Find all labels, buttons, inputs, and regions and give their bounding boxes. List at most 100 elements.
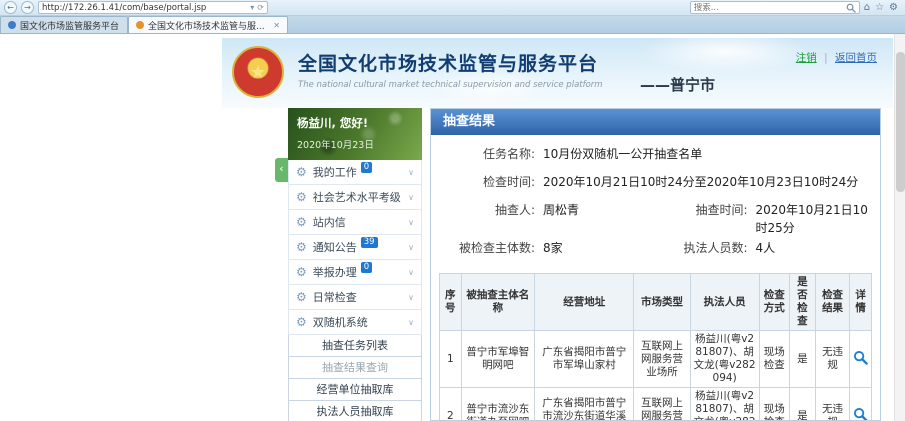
inspector-label: 抽查人:: [443, 201, 535, 219]
cell-checked: 是: [789, 331, 815, 388]
page-scrollbar[interactable]: [894, 34, 905, 421]
task-name-label: 任务名称:: [443, 145, 535, 163]
submenu-result-query[interactable]: 抽查结果查询: [289, 357, 421, 379]
cell-detail: [850, 331, 872, 388]
sidebar-item-notices[interactable]: ⚙ 通知公告 39 ∨: [288, 235, 422, 260]
main-panel: 抽查结果 任务名称: 10月份双随机一公开抽查名单 检查时间: 2020年10月…: [430, 108, 881, 421]
chevron-down-icon: ∨: [408, 318, 414, 327]
col-header-market-type: 市场类型: [634, 274, 690, 331]
task-details: 任务名称: 10月份双随机一公开抽查名单 检查时间: 2020年10月21日10…: [431, 135, 880, 271]
sidebar-item-label: 社会艺术水平考级: [313, 189, 401, 205]
site-logo: ★: [232, 46, 284, 98]
cell-officers: 杨益川(粤v281807)、胡文龙(粤v282094): [690, 388, 759, 421]
url-text[interactable]: http://172.26.1.41/com/base/portal.jsp: [42, 3, 247, 13]
detail-magnifier-icon[interactable]: [853, 350, 868, 369]
link-divider: |: [824, 52, 828, 64]
col-header-method: 检查方式: [759, 274, 789, 331]
submenu-officer-pool[interactable]: 执法人员抽取库: [289, 401, 421, 421]
col-header-result: 检查结果: [815, 274, 850, 331]
count-badge: 39: [361, 237, 378, 248]
chevron-down-icon: ∨: [408, 268, 414, 277]
panel-title: 抽查结果: [431, 109, 880, 135]
tab-bar: 国文化市场监管服务平台 全国文化市场技术监管与服... ✕: [0, 16, 905, 34]
gear-icon: ⚙: [296, 315, 307, 329]
cell-result: 无违规: [815, 388, 850, 421]
back-button[interactable]: ←: [4, 1, 17, 14]
sidebar-item-art-grading[interactable]: ⚙ 社会艺术水平考级 ∨: [288, 185, 422, 210]
sidebar-item-my-work[interactable]: ⚙ 我的工作 0 ∨: [288, 160, 422, 185]
sidebar-item-label: 通知公告: [313, 239, 357, 255]
sidebar-item-report-handling[interactable]: ⚙ 举报办理 0 ∨: [288, 260, 422, 285]
scrollbar-thumb[interactable]: [896, 52, 905, 192]
subject-count-label: 被检查主体数:: [443, 239, 535, 257]
chevron-down-icon: ∨: [408, 243, 414, 252]
sidebar-collapse-button[interactable]: ‹: [275, 158, 288, 182]
cell-officers: 杨益川(粤v281807)、胡文龙(粤v282094): [690, 331, 759, 388]
subject-count-value: 8家: [543, 239, 563, 257]
browser-tab-1[interactable]: 国文化市场监管服务平台: [0, 16, 128, 33]
cell-no: 2: [440, 388, 462, 421]
home-icon[interactable]: ⌂: [864, 2, 870, 13]
current-date: 2020年10月23日: [297, 137, 413, 151]
sidebar-item-daily-inspection[interactable]: ⚙ 日常检查 ∨: [288, 285, 422, 310]
city-name: ——普宁市: [640, 74, 715, 95]
officer-count-label: 执法人员数:: [656, 239, 748, 257]
cell-method: 现场检查: [759, 331, 789, 388]
dropdown-icon[interactable]: ▾: [250, 3, 254, 12]
browser-tab-2[interactable]: 全国文化市场技术监管与服... ✕: [128, 16, 288, 33]
chevron-down-icon: ∨: [408, 218, 414, 227]
gear-icon[interactable]: ⚙: [889, 2, 898, 13]
tab-close-icon[interactable]: ✕: [273, 21, 280, 30]
officer-count-value: 4人: [756, 239, 776, 257]
gear-icon: ⚙: [296, 240, 307, 254]
sidebar-item-label: 日常检查: [313, 289, 357, 305]
submenu-task-list[interactable]: 抽查任务列表: [289, 335, 421, 357]
sidebar: ‹ 杨益川, 您好! 2020年10月23日 ⚙ 我的工作 0 ∨ ⚙ 社会艺术…: [288, 108, 422, 421]
cell-name: 普宁市军埠智明网吧: [461, 331, 534, 388]
tab2-favicon-icon: [136, 21, 144, 29]
chevron-down-icon: ∨: [408, 293, 414, 302]
table-row: 1 普宁市军埠智明网吧 广东省揭阳市普宁市军埠山家村 互联网上网服务营业场所 杨…: [440, 331, 872, 388]
star-icon[interactable]: ☆: [875, 2, 884, 13]
page: ★ 全国文化市场技术监管与服务平台 The national cultural …: [0, 34, 905, 421]
sidebar-item-messages[interactable]: ⚙ 站内信 ∨: [288, 210, 422, 235]
logout-link[interactable]: 注销: [796, 52, 817, 64]
search-icon[interactable]: [846, 3, 856, 13]
sidebar-item-label: 双随机系统: [313, 314, 368, 330]
count-badge: 0: [361, 162, 372, 173]
col-header-address: 经营地址: [535, 274, 634, 331]
sidebar-item-label: 举报办理: [313, 264, 357, 280]
page-title: 全国文化市场技术监管与服务平台: [298, 49, 603, 76]
refresh-icon[interactable]: ⟳: [257, 3, 264, 12]
tab1-label: 国文化市场监管服务平台: [20, 19, 120, 32]
submenu-unit-pool[interactable]: 经营单位抽取库: [289, 379, 421, 401]
banner-links: 注销 | 返回首页: [796, 50, 877, 65]
search-input[interactable]: [694, 3, 843, 13]
inspector-value: 周松青: [543, 201, 579, 219]
site-banner: ★ 全国文化市场技术监管与服务平台 The national cultural …: [222, 38, 893, 108]
search-box[interactable]: [690, 1, 860, 14]
address-bar[interactable]: http://172.26.1.41/com/base/portal.jsp ▾…: [38, 1, 268, 14]
col-header-officers: 执法人员: [690, 274, 759, 331]
gear-icon: ⚙: [296, 290, 307, 304]
result-table: 序号 被抽查主体名称 经营地址 市场类型 执法人员 检查方式 是否检查 检查结果…: [439, 273, 872, 421]
cell-no: 1: [440, 331, 462, 388]
detail-magnifier-icon[interactable]: [853, 407, 868, 421]
emblem-star-icon: ★: [250, 62, 266, 83]
gear-icon: ⚙: [296, 215, 307, 229]
col-header-checked: 是否检查: [789, 274, 815, 331]
cell-checked: 是: [789, 388, 815, 421]
return-home-link[interactable]: 返回首页: [835, 52, 877, 64]
task-name-value: 10月份双随机一公开抽查名单: [543, 145, 702, 163]
draw-time-label: 抽查时间:: [656, 201, 748, 237]
sidebar-item-double-random[interactable]: ⚙ 双随机系统 ∨: [288, 310, 422, 335]
draw-time-value: 2020年10月21日10时25分: [756, 201, 869, 237]
chevron-down-icon: ∨: [408, 168, 414, 177]
cell-name: 普宁市流沙东街道办至网吧: [461, 388, 534, 421]
user-greeting: 杨益川, 您好!: [297, 115, 413, 131]
forward-button[interactable]: →: [21, 1, 34, 14]
cell-result: 无违规: [815, 331, 850, 388]
table-header-row: 序号 被抽查主体名称 经营地址 市场类型 执法人员 检查方式 是否检查 检查结果…: [440, 274, 872, 331]
col-header-no: 序号: [440, 274, 462, 331]
table-row: 2 普宁市流沙东街道办至网吧 广东省揭阳市普宁市流沙东街道华溪村 互联网上网服务…: [440, 388, 872, 421]
